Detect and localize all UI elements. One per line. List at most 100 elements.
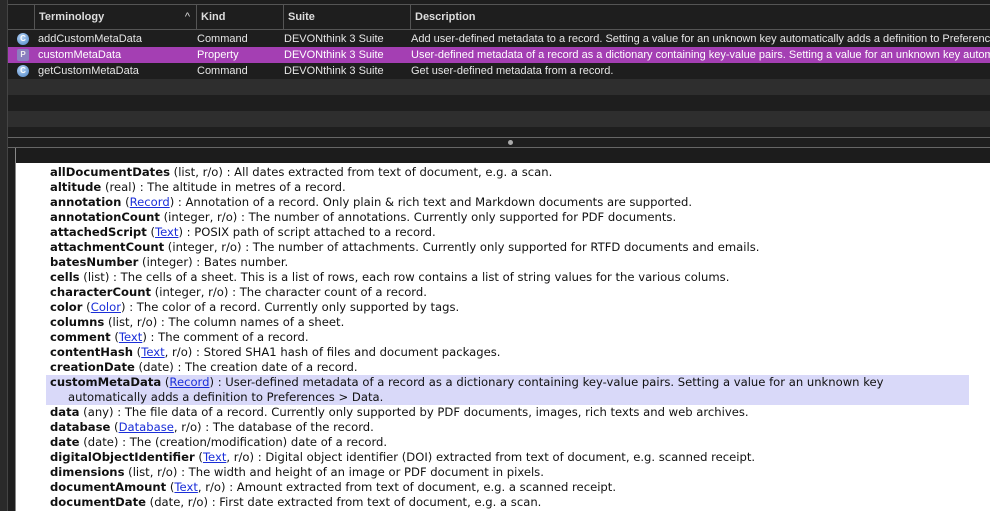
type-link[interactable]: Text bbox=[141, 345, 164, 359]
divider-handle-icon[interactable] bbox=[508, 140, 513, 145]
type-link[interactable]: Text bbox=[174, 480, 197, 494]
property-icon: P bbox=[17, 49, 29, 61]
term-type: integer bbox=[146, 255, 189, 269]
definition-entry: altitude (real) : The altitude in metres… bbox=[50, 180, 990, 195]
paren-open: ( bbox=[138, 255, 147, 269]
term-description: ) : The color of a record. Currently onl… bbox=[121, 300, 460, 314]
term-type: integer, r/o bbox=[172, 240, 237, 254]
definition-line: documentAmount (Text, r/o) : Amount extr… bbox=[50, 480, 990, 495]
term-name: attachedScript bbox=[50, 225, 147, 239]
type-link[interactable]: Text bbox=[155, 225, 178, 239]
term-description: ) : Annotation of a record. Only plain &… bbox=[169, 195, 693, 209]
suite-cell: DEVONthink 3 Suite bbox=[284, 65, 384, 77]
term-name: annotation bbox=[50, 195, 122, 209]
term-name: attachmentCount bbox=[50, 240, 165, 254]
definition-line: batesNumber (integer) : Bates number. bbox=[50, 255, 990, 270]
definition-line: annotationCount (integer, r/o) : The num… bbox=[50, 210, 990, 225]
paren-open: ( bbox=[79, 270, 88, 284]
split-view-divider[interactable] bbox=[8, 137, 990, 148]
term-name: altitude bbox=[50, 180, 102, 194]
term-name: annotationCount bbox=[50, 210, 160, 224]
paren-open: ( bbox=[151, 285, 160, 299]
type-link[interactable]: Record bbox=[130, 195, 170, 209]
paren-open: ( bbox=[110, 330, 119, 344]
definition-line: characterCount (integer, r/o) : The char… bbox=[50, 285, 990, 300]
term-name: batesNumber bbox=[50, 255, 139, 269]
kind-cell: Command bbox=[197, 33, 248, 45]
term-description: ) : The creation date of a record. bbox=[169, 360, 358, 374]
command-icon: C bbox=[17, 33, 29, 45]
term-name: customMetaData bbox=[50, 375, 162, 389]
term-description: ) : The altitude in metres of a record. bbox=[131, 180, 346, 194]
definition-entry: cells (list) : The cells of a sheet. Thi… bbox=[50, 270, 990, 285]
term-name: data bbox=[50, 405, 80, 419]
term-description: ) : The (creation/modification) date of … bbox=[113, 435, 388, 449]
column-header-kind[interactable]: Kind bbox=[196, 5, 283, 30]
table-row[interactable]: CaddCustomMetaData Command DEVONthink 3 Su… bbox=[8, 31, 990, 47]
term-description: ) : The number of attachments. Currently… bbox=[237, 240, 760, 254]
table-row[interactable]: CgetCustomMetaData Command DEVONthink 3 Su… bbox=[8, 63, 990, 79]
definition-entry: color (Color) : The color of a record. C… bbox=[50, 300, 990, 315]
kind-cell: Command bbox=[197, 65, 248, 77]
empty-row bbox=[8, 79, 990, 95]
table-row[interactable]: PcustomMetaData Property DEVONthink 3 Suit… bbox=[8, 47, 990, 63]
definition-line: customMetaData (Record) : User-defined m… bbox=[50, 375, 969, 390]
term-name: dimensions bbox=[50, 465, 125, 479]
terminology-cell: addCustomMetaData bbox=[38, 33, 142, 45]
term-description: ) : The comment of a record. bbox=[142, 330, 309, 344]
term-description: ) : POSIX path of script attached to a r… bbox=[178, 225, 436, 239]
definition-line: attachmentCount (integer, r/o) : The num… bbox=[50, 240, 990, 255]
term-description: , r/o) : Amount extracted from text of d… bbox=[197, 480, 617, 494]
paren-open: ( bbox=[159, 210, 169, 224]
definition-entry: contentHash (Text, r/o) : Stored SHA1 ha… bbox=[50, 345, 990, 360]
term-name: documentAmount bbox=[50, 480, 167, 494]
type-link[interactable]: Text bbox=[203, 450, 226, 464]
suite-cell: DEVONthink 3 Suite bbox=[284, 49, 384, 61]
term-name: database bbox=[50, 420, 111, 434]
type-link[interactable]: Text bbox=[119, 330, 142, 344]
definition-line: color (Color) : The color of a record. C… bbox=[50, 300, 990, 315]
type-link[interactable]: Color bbox=[91, 300, 121, 314]
definition-line: documentDate (date, r/o) : First date ex… bbox=[50, 495, 990, 510]
definition-entry: database (Database, r/o) : The database … bbox=[50, 420, 990, 435]
command-icon: C bbox=[17, 65, 29, 77]
suite-cell: DEVONthink 3 Suite bbox=[284, 33, 384, 45]
paren-open: ( bbox=[134, 360, 144, 374]
term-name: date bbox=[50, 435, 80, 449]
term-type: any bbox=[87, 405, 110, 419]
description-cell: Add user-defined metadata to a record. S… bbox=[411, 33, 990, 45]
paren-open: ( bbox=[132, 345, 142, 359]
definition-line: attachedScript (Text) : POSIX path of sc… bbox=[50, 225, 990, 240]
paren-open: ( bbox=[110, 420, 119, 434]
definition-line: creationDate (date) : The creation date … bbox=[50, 360, 990, 375]
term-description: ) : The width and height of an image or … bbox=[172, 465, 544, 479]
definition-entry: documentDate (date, r/o) : First date ex… bbox=[50, 495, 990, 510]
definition-entry: customMetaData (Record) : User-defined m… bbox=[46, 375, 969, 405]
definition-entry: creationDate (date) : The creation date … bbox=[50, 360, 990, 375]
term-description: ) : The character count of a record. bbox=[223, 285, 427, 299]
terminology-cell: getCustomMetaData bbox=[38, 65, 139, 77]
definition-line: data (any) : The file data of a record. … bbox=[50, 405, 990, 420]
empty-row bbox=[8, 111, 990, 127]
paren-open: ( bbox=[82, 300, 91, 314]
sort-ascending-icon: ^ bbox=[184, 11, 190, 23]
type-link[interactable]: Record bbox=[169, 375, 209, 389]
term-description: ) : The column names of a sheet. bbox=[152, 315, 345, 329]
paren-open: ( bbox=[169, 165, 179, 179]
type-link[interactable]: Database bbox=[119, 420, 174, 434]
paren-open: ( bbox=[101, 180, 110, 194]
document-header-bar bbox=[16, 148, 990, 163]
term-type: list, r/o bbox=[132, 465, 173, 479]
column-header-suite[interactable]: Suite bbox=[283, 5, 410, 30]
terminology-table: Terminology ^ Kind Suite Description Cadd… bbox=[8, 0, 990, 138]
term-description: ) : User-defined metadata of a record as… bbox=[209, 375, 884, 389]
definition-line: dimensions (list, r/o) : The width and h… bbox=[50, 465, 990, 480]
paren-open: ( bbox=[104, 315, 113, 329]
term-description: ) : Bates number. bbox=[188, 255, 289, 269]
column-header-description[interactable]: Description bbox=[410, 5, 990, 30]
term-type: real bbox=[109, 180, 132, 194]
term-type: list bbox=[87, 270, 105, 284]
paren-open: ( bbox=[146, 225, 155, 239]
column-header-terminology[interactable]: Terminology ^ bbox=[34, 5, 196, 30]
definition-entry: allDocumentDates (list, r/o) : All dates… bbox=[50, 165, 990, 180]
